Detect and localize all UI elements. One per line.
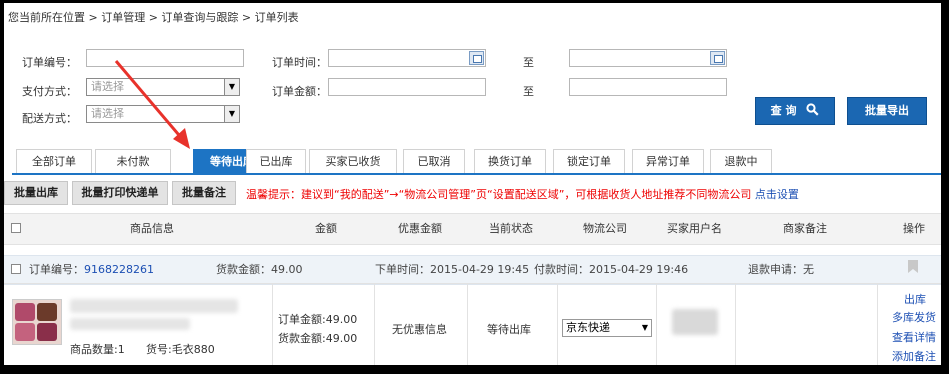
pay-method-label: 支付方式： (22, 85, 77, 98)
tab-unpaid[interactable]: 未付款 (95, 149, 171, 173)
logistics-select[interactable]: 京东快递 ▼ (562, 319, 652, 337)
col-status: 当前状态 (489, 222, 533, 235)
buyer-name-blurred (672, 309, 718, 335)
order-number: 订单编号：9168228261 (29, 261, 154, 277)
tab-refunding[interactable]: 退款中 (710, 149, 772, 173)
col-logistics: 物流公司 (583, 222, 627, 235)
batch-export-button[interactable]: 批量导出 (847, 97, 927, 125)
product-quantity: 商品数量:1 (70, 343, 125, 356)
col-buyer: 买家用户名 (667, 222, 722, 235)
chevron-down-icon[interactable]: ▼ (642, 320, 648, 336)
tab-exchange-orders[interactable]: 换货订单 (474, 149, 546, 173)
order-no-label: 订单编号： (22, 56, 77, 69)
col-amount: 金额 (315, 222, 337, 235)
add-note-link[interactable]: 添加备注 (892, 348, 936, 364)
order-number-link[interactable]: 9168228261 (84, 263, 154, 276)
view-details-link[interactable]: 查看详情 (892, 329, 936, 345)
order-time-start-input[interactable] (328, 49, 486, 67)
tip-message: 温馨提示：建议到“我的配送”→“物流公司管理”页“设置配送区域”，可根据收货人地… (246, 186, 799, 202)
product-spec-blurred (70, 318, 190, 330)
order-amount: 订单金额:49.00 (278, 313, 358, 326)
tab-all-orders[interactable]: 全部订单 (16, 149, 92, 173)
to-label: 至 (523, 85, 534, 98)
col-divider (656, 283, 657, 365)
tab-locked-orders[interactable]: 锁定订单 (553, 149, 625, 173)
col-product-info: 商品信息 (130, 222, 174, 235)
multi-warehouse-ship-link[interactable]: 多库发货 (892, 309, 936, 325)
col-divider (374, 283, 375, 365)
tab-underline (12, 173, 941, 175)
ship-method-label: 配送方式： (22, 112, 77, 125)
col-discount: 优惠金额 (398, 222, 442, 235)
annotation-arrow (114, 60, 190, 149)
tip-text: 温馨提示：建议到“我的配送”→“物流公司管理”页“设置配送区域”，可根据收货人地… (246, 188, 752, 201)
col-divider (877, 283, 878, 365)
bookmark-icon[interactable] (908, 260, 918, 273)
order-amount-min-input[interactable] (328, 78, 486, 96)
select-all-checkbox[interactable] (11, 223, 21, 233)
product-title-blurred[interactable] (70, 299, 238, 313)
pay-time: 付款时间：2015-04-29 19:46 (534, 263, 689, 276)
setup-link[interactable]: 点击设置 (755, 188, 799, 201)
batch-ship-button[interactable]: 批量出库 (4, 181, 68, 205)
tab-received[interactable]: 买家已收货 (309, 149, 397, 173)
refund-request: 退款申请：无 (748, 263, 814, 276)
row-divider (4, 283, 941, 284)
logistics-value: 京东快递 (566, 321, 610, 334)
col-divider (272, 283, 273, 365)
col-divider (467, 283, 468, 365)
tab-cancelled[interactable]: 已取消 (403, 149, 465, 173)
goods-amount-detail: 货款金额:49.00 (278, 332, 358, 345)
order-amount-max-input[interactable] (569, 78, 727, 96)
batch-note-button[interactable]: 批量备注 (172, 181, 236, 205)
calendar-icon[interactable] (469, 51, 484, 65)
order-status: 等待出库 (487, 323, 531, 336)
search-icon (806, 103, 819, 116)
query-label: 查 询 (770, 104, 797, 117)
order-checkbox[interactable] (11, 264, 21, 274)
col-divider (557, 283, 558, 365)
product-sku: 货号:毛衣880 (146, 343, 215, 356)
order-list-page: 您当前所在位置 > 订单管理 > 订单查询与跟踪 > 订单列表 订单编号： 订单… (4, 3, 941, 365)
chevron-down-icon[interactable]: ▼ (224, 106, 239, 122)
order-amount-label: 订单金额： (272, 85, 327, 98)
order-time: 下单时间：2015-04-29 19:45 (375, 263, 530, 276)
ship-link[interactable]: 出库 (904, 291, 926, 307)
chevron-down-icon[interactable]: ▼ (224, 79, 239, 95)
tab-shipped[interactable]: 已出库 (246, 149, 306, 173)
col-merchant-note: 商家备注 (783, 222, 827, 235)
to-label: 至 (523, 56, 534, 69)
order-time-end-input[interactable] (569, 49, 727, 67)
col-operations: 操作 (903, 222, 925, 235)
product-thumbnail[interactable] (12, 299, 62, 345)
col-divider (735, 283, 736, 365)
order-time-label: 订单时间： (272, 56, 327, 69)
order-number-label: 订单编号： (29, 263, 84, 276)
breadcrumb: 您当前所在位置 > 订单管理 > 订单查询与跟踪 > 订单列表 (8, 11, 299, 24)
discount-info: 无优惠信息 (392, 323, 447, 336)
goods-amount: 货款金额：49.00 (216, 263, 303, 276)
query-button[interactable]: 查 询 (755, 97, 835, 125)
calendar-icon[interactable] (710, 51, 725, 65)
batch-print-express-button[interactable]: 批量打印快递单 (72, 181, 168, 205)
tab-abnormal-orders[interactable]: 异常订单 (632, 149, 704, 173)
